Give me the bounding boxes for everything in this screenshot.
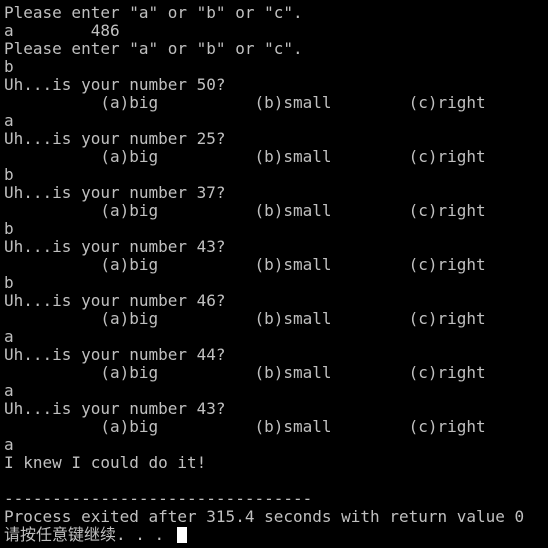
console-line: I knew I could do it! <box>4 453 207 472</box>
console-line: Uh...is your number 44? <box>4 345 226 364</box>
console-line: Uh...is your number 37? <box>4 183 226 202</box>
console-line: b <box>4 165 14 184</box>
text-cursor <box>176 527 187 543</box>
console-line: (a)big (b)small (c)right <box>4 93 486 112</box>
console-line: a <box>4 435 14 454</box>
console-line: b <box>4 57 14 76</box>
console-line: Please enter "a" or "b" or "c". <box>4 39 303 58</box>
console-line: a <box>4 111 14 130</box>
console-line: Uh...is your number 50? <box>4 75 226 94</box>
console-line: Uh...is your number 43? <box>4 399 226 418</box>
process-exit-status: Process exited after 315.4 seconds with … <box>4 507 525 526</box>
prompt-text: 请按任意键继续. . . <box>4 525 174 544</box>
console-line: Uh...is your number 43? <box>4 237 226 256</box>
console-line: (a)big (b)small (c)right <box>4 417 486 436</box>
separator-line: -------------------------------- <box>4 489 313 508</box>
console-line: a 486 <box>4 21 120 40</box>
console-line: b <box>4 273 14 292</box>
press-any-key-prompt: 请按任意键继续. . . <box>4 526 187 544</box>
console-line: a <box>4 381 14 400</box>
console-line: b <box>4 219 14 238</box>
console-line: (a)big (b)small (c)right <box>4 309 486 328</box>
console-line: (a)big (b)small (c)right <box>4 363 486 382</box>
console-line: (a)big (b)small (c)right <box>4 255 486 274</box>
console-line: Uh...is your number 25? <box>4 129 226 148</box>
console-line: a <box>4 327 14 346</box>
console-line: Please enter "a" or "b" or "c". <box>4 3 303 22</box>
console-line: Uh...is your number 46? <box>4 291 226 310</box>
console-line: (a)big (b)small (c)right <box>4 201 486 220</box>
console-window[interactable]: Please enter "a" or "b" or "c". a 486 Pl… <box>0 0 548 548</box>
console-line: (a)big (b)small (c)right <box>4 147 486 166</box>
